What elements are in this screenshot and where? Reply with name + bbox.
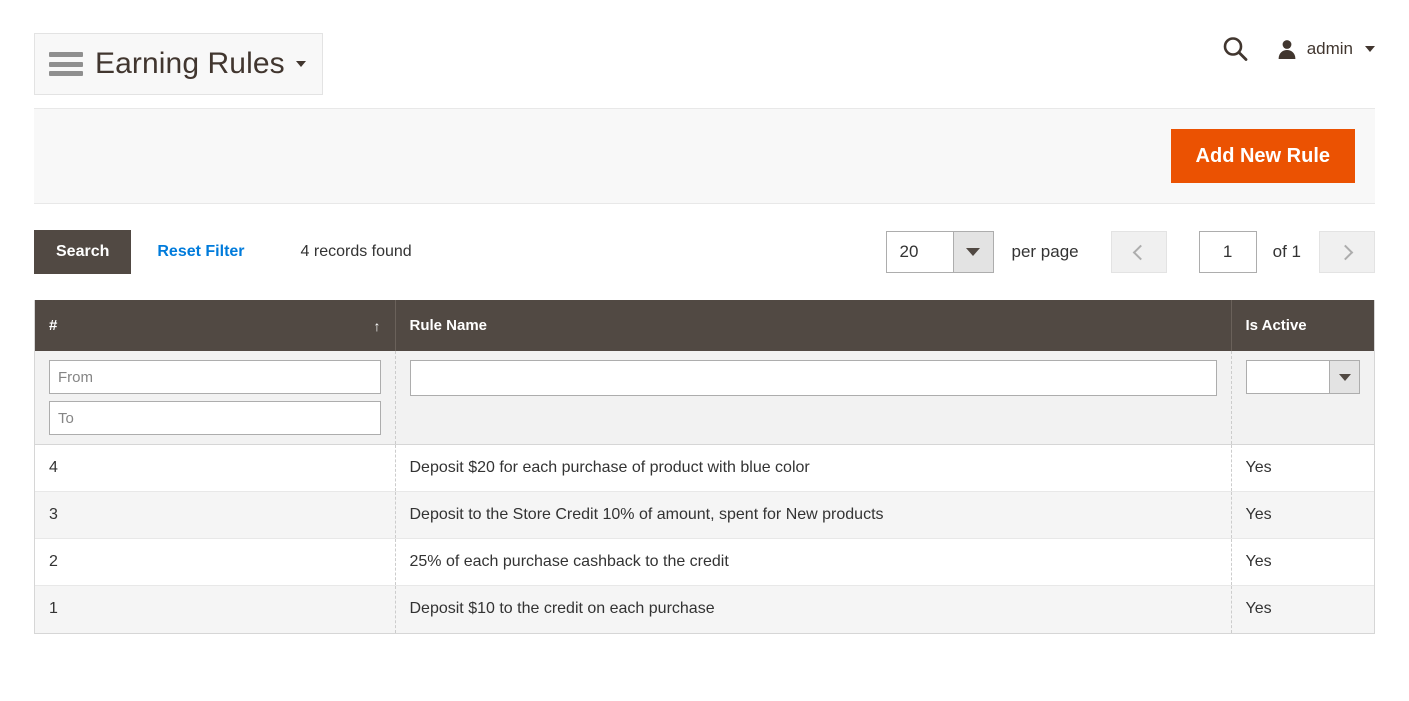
user-menu[interactable]: admin [1276,38,1375,60]
user-name: admin [1307,39,1353,59]
add-new-rule-button[interactable]: Add New Rule [1171,129,1355,183]
filter-rule-name-input[interactable] [410,360,1217,396]
per-page-select[interactable]: 20 [886,231,994,273]
chevron-down-icon[interactable] [1329,361,1359,393]
cell-rule-name[interactable]: 25% of each purchase cashback to the cre… [395,539,1231,586]
cell-is-active[interactable]: Yes [1231,492,1374,539]
table-row[interactable]: 2 25% of each purchase cashback to the c… [35,539,1374,586]
filter-id-from-input[interactable] [49,360,381,394]
column-header-id[interactable]: # ↑ [35,300,395,351]
filter-is-active-value [1247,361,1330,393]
chevron-down-icon[interactable] [1365,46,1375,52]
column-header-rule-name-label: Rule Name [410,317,488,334]
chevron-right-icon [1337,244,1353,260]
table-row[interactable]: 3 Deposit to the Store Credit 10% of amo… [35,492,1374,539]
grid-header-row: # ↑ Rule Name Is Active [35,300,1374,351]
cell-is-active[interactable]: Yes [1231,586,1374,633]
hamburger-menu-icon[interactable] [49,52,83,76]
column-header-id-label: # [49,317,57,334]
column-header-rule-name[interactable]: Rule Name [395,300,1231,351]
column-header-is-active-label: Is Active [1246,317,1307,334]
grid-toolbar: Search Reset Filter 4 records found 20 p… [34,204,1375,300]
reset-filter-link[interactable]: Reset Filter [157,243,244,261]
page-actions-panel: Add New Rule [34,108,1375,204]
cell-id[interactable]: 4 [35,445,395,492]
table-row[interactable]: 1 Deposit $10 to the credit on each purc… [35,586,1374,633]
cell-is-active[interactable]: Yes [1231,539,1374,586]
previous-page-button[interactable] [1111,231,1167,273]
filter-id-to-input[interactable] [49,401,381,435]
search-button[interactable]: Search [34,230,131,273]
filter-cell-id [35,351,395,445]
grid-filter-row [35,351,1374,445]
per-page-label: per page [1012,242,1079,262]
chevron-down-icon[interactable] [296,61,306,67]
column-header-is-active[interactable]: Is Active [1231,300,1374,351]
page-number-input[interactable] [1199,231,1257,273]
cell-id[interactable]: 2 [35,539,395,586]
chevron-left-icon [1133,244,1149,260]
records-found-label: 4 records found [301,243,412,261]
table-row[interactable]: 4 Deposit $20 for each purchase of produ… [35,445,1374,492]
page-title: Earning Rules [95,47,285,81]
search-icon[interactable] [1220,34,1250,64]
cell-id[interactable]: 1 [35,586,395,633]
header-actions: admin [1220,34,1375,64]
cell-rule-name[interactable]: Deposit to the Store Credit 10% of amoun… [395,492,1231,539]
cell-id[interactable]: 3 [35,492,395,539]
next-page-button[interactable] [1319,231,1375,273]
per-page-value: 20 [887,232,953,272]
cell-is-active[interactable]: Yes [1231,445,1374,492]
chevron-down-icon[interactable] [953,232,993,272]
page-header: Earning Rules admin [0,0,1409,108]
page-title-menu-button[interactable]: Earning Rules [34,33,323,95]
sort-ascending-icon: ↑ [374,318,381,334]
pagination-controls: 20 per page of 1 [886,231,1375,273]
earning-rules-grid: # ↑ Rule Name Is Active [34,300,1375,634]
filter-is-active-select[interactable] [1246,360,1361,394]
cell-rule-name[interactable]: Deposit $10 to the credit on each purcha… [395,586,1231,633]
cell-rule-name[interactable]: Deposit $20 for each purchase of product… [395,445,1231,492]
filter-cell-rule-name [395,351,1231,445]
user-avatar-icon [1276,38,1298,60]
total-pages-label: of 1 [1273,242,1301,262]
filter-cell-is-active [1231,351,1374,445]
